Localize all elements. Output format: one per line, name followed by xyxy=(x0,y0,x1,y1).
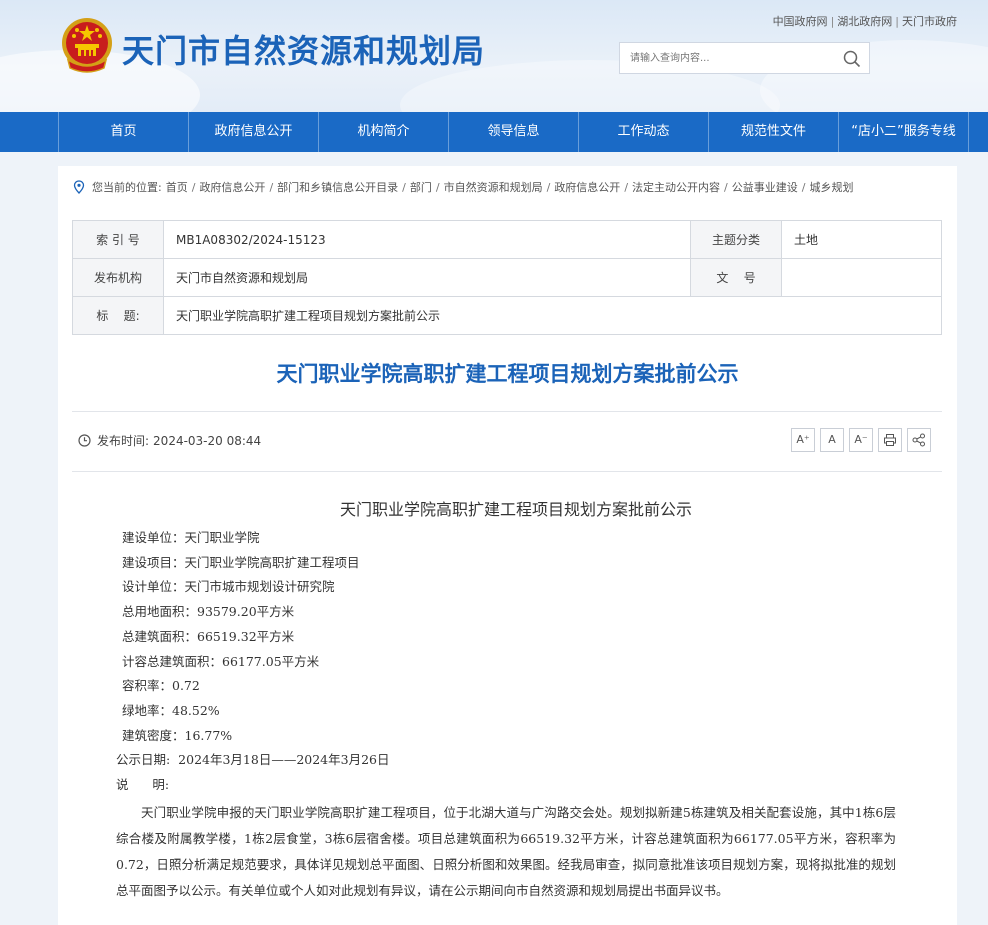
main-panel: 您当前的位置: 首页 / 政府信息公开 / 部门和乡镇信息公开目录 / 部门 /… xyxy=(58,166,957,925)
index-value: MB1A08302/2024-15123 xyxy=(163,220,691,259)
top-link-hubei[interactable]: 湖北政府网 xyxy=(837,15,892,28)
divider xyxy=(72,411,942,412)
org-value: 天门市自然资源和规划局 xyxy=(163,258,691,297)
breadcrumb-prefix: 您当前的位置: xyxy=(92,181,162,194)
field-land-area: 总用地面积：93579.20平方米 xyxy=(122,604,295,620)
docno-value xyxy=(781,258,942,297)
field-green-ratio: 绿地率：48.52% xyxy=(122,702,220,718)
category-label: 主题分类 xyxy=(690,220,782,259)
nav-item-gov-info[interactable]: 政府信息公开 xyxy=(188,112,318,152)
divider xyxy=(72,471,942,472)
article-content: 天门职业学院高职扩建工程项目规划方案批前公示 建设单位：天门职业学院 建设项目：… xyxy=(116,496,896,904)
separator: / xyxy=(435,180,440,194)
breadcrumb: 您当前的位置: 首页 / 政府信息公开 / 部门和乡镇信息公开目录 / 部门 /… xyxy=(72,178,853,196)
org-label: 发布机构 xyxy=(72,258,164,297)
site-title: 天门市自然资源和规划局 xyxy=(122,32,486,70)
separator: / xyxy=(191,180,196,194)
breadcrumb-item[interactable]: 政府信息公开 xyxy=(199,179,265,195)
clock-icon xyxy=(78,434,91,447)
table-row: 发布机构 天门市自然资源和规划局 文 号 xyxy=(72,258,942,297)
nav-item-service-line[interactable]: “店小二”服务专线 xyxy=(838,112,969,152)
share-icon xyxy=(912,433,925,447)
nav-item-work-news[interactable]: 工作动态 xyxy=(578,112,708,152)
publish-time: 发布时间: 2024-03-20 08:44 xyxy=(78,432,261,449)
nav-item-normative-docs[interactable]: 规范性文件 xyxy=(708,112,838,152)
explain-label: 说 明: xyxy=(116,777,170,793)
docno-label: 文 号 xyxy=(690,258,782,297)
article-title: 天门职业学院高职扩建工程项目规划方案批前公示 xyxy=(276,362,739,386)
table-row: 标 题: 天门职业学院高职扩建工程项目规划方案批前公示 xyxy=(72,296,942,335)
site-header: 天门市自然资源和规划局 中国政府网 | 湖北政府网 | 天门市政府 xyxy=(0,0,988,112)
field-plot-area: 计容总建筑面积：66177.05平方米 xyxy=(122,653,320,669)
breadcrumb-item[interactable]: 部门和乡镇信息公开目录 xyxy=(277,179,398,195)
index-label: 索 引 号 xyxy=(72,220,164,259)
location-icon xyxy=(73,180,85,194)
font-default-button[interactable]: A xyxy=(820,428,844,452)
field-project: 建设项目：天门职业学院高职扩建工程项目 xyxy=(122,554,360,570)
title-label: 标 题: xyxy=(72,296,164,335)
separator: / xyxy=(546,180,551,194)
top-link-tianmen[interactable]: 天门市政府 xyxy=(902,15,957,28)
field-building-area: 总建筑面积：66519.32平方米 xyxy=(122,628,295,644)
field-builder: 建设单位：天门职业学院 xyxy=(122,530,260,545)
breadcrumb-item[interactable]: 市自然资源和规划局 xyxy=(444,179,543,195)
publish-time-value: 2024-03-20 08:44 xyxy=(153,433,262,448)
separator: / xyxy=(624,180,629,194)
title-value: 天门职业学院高职扩建工程项目规划方案批前公示 xyxy=(163,296,942,335)
article-tools: A⁺ A A⁻ xyxy=(791,428,931,452)
breadcrumb-item[interactable]: 部门 xyxy=(410,179,432,195)
field-density: 建筑密度：16.77% xyxy=(122,727,233,743)
separator: / xyxy=(402,180,406,194)
nav-item-org-intro[interactable]: 机构简介 xyxy=(318,112,448,152)
separator: / xyxy=(801,180,806,194)
font-increase-button[interactable]: A⁺ xyxy=(791,428,815,452)
breadcrumb-item[interactable]: 政府信息公开 xyxy=(554,179,620,195)
font-decrease-button[interactable]: A⁻ xyxy=(849,428,873,452)
search-icon[interactable] xyxy=(843,50,861,68)
field-designer: 设计单位：天门市城市规划设计研究院 xyxy=(122,579,335,595)
separator: / xyxy=(269,180,274,194)
metadata-table: 索 引 号 MB1A08302/2024-15123 主题分类 土地 发布机构 … xyxy=(72,220,942,335)
separator: | xyxy=(830,15,835,28)
category-value: 土地 xyxy=(781,220,942,259)
nav-item-leaders[interactable]: 领导信息 xyxy=(448,112,578,152)
top-links: 中国政府网 | 湖北政府网 | 天门市政府 xyxy=(773,13,957,29)
notice-date: 公示日期: 2024年3月18日——2024年3月26日 xyxy=(116,752,390,768)
publish-time-label: 发布时间: xyxy=(97,434,150,448)
share-button[interactable] xyxy=(907,428,931,452)
breadcrumb-item[interactable]: 法定主动公开内容 xyxy=(632,179,720,195)
field-far: 容积率：0.72 xyxy=(122,678,200,694)
breadcrumb-item[interactable]: 公益事业建设 xyxy=(732,179,798,195)
breadcrumb-item[interactable]: 首页 xyxy=(166,179,188,195)
explain-paragraph: 天门职业学院申报的天门职业学院高职扩建工程项目，位于北湖大道与广沟路交会处。规划… xyxy=(116,804,896,898)
content-title: 天门职业学院高职扩建工程项目规划方案批前公示 xyxy=(339,500,692,519)
separator: | xyxy=(895,15,899,28)
search-input[interactable] xyxy=(620,43,830,73)
search-box xyxy=(619,42,870,74)
top-link-gov[interactable]: 中国政府网 xyxy=(773,15,828,28)
table-row: 索 引 号 MB1A08302/2024-15123 主题分类 土地 xyxy=(72,220,942,259)
main-nav: 首页 政府信息公开 机构简介 领导信息 工作动态 规范性文件 “店小二”服务专线 xyxy=(0,112,988,152)
breadcrumb-item[interactable]: 城乡规划 xyxy=(809,179,853,195)
separator: / xyxy=(724,180,728,194)
print-button[interactable] xyxy=(878,428,902,452)
nav-item-home[interactable]: 首页 xyxy=(58,112,188,152)
national-emblem-icon xyxy=(62,18,112,73)
print-icon xyxy=(884,434,896,446)
